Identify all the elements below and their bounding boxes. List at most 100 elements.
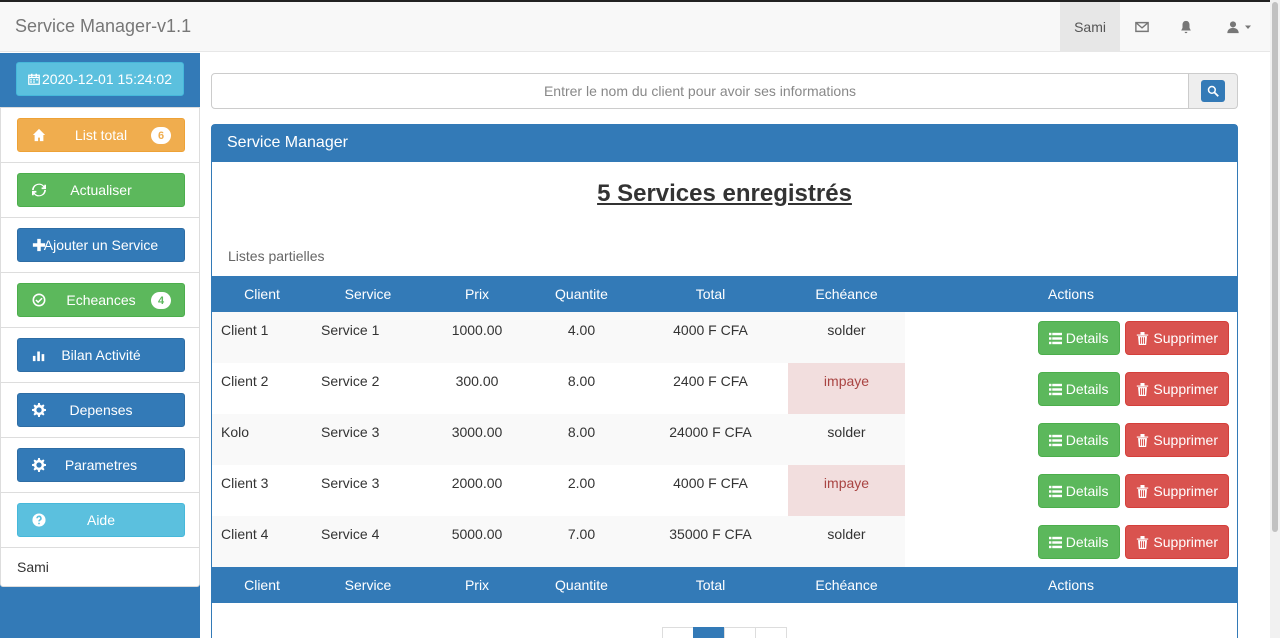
- column-header[interactable]: Echéance: [788, 276, 905, 312]
- sidebar-item-actualiser[interactable]: Actualiser: [17, 173, 185, 207]
- sidebar-row: Parametres: [1, 438, 199, 493]
- sidebar-item-ajouter-service[interactable]: Ajouter un Service: [17, 228, 185, 262]
- table-row: Kolo Service 3 3000.00 8.00 24000 F CFA …: [212, 414, 1237, 465]
- datetime-button[interactable]: 2020-12-01 15:24:02: [16, 62, 184, 96]
- user-menu-dropdown[interactable]: [1208, 2, 1270, 52]
- delete-button[interactable]: Supprimer: [1125, 372, 1229, 406]
- column-footer: Service: [312, 567, 424, 603]
- sidebar-item-label: Echeances: [66, 292, 136, 308]
- column-footer: Echéance: [788, 567, 905, 603]
- cell-prix: 2000.00: [424, 465, 530, 516]
- sidebar-item-label: Ajouter un Service: [43, 237, 159, 253]
- refresh-icon: [32, 183, 46, 197]
- cell-service: Service 2: [312, 363, 424, 414]
- cell-actions: Details Supprimer: [905, 516, 1237, 567]
- pagination-prev[interactable]: [662, 627, 694, 638]
- details-button[interactable]: Details: [1037, 321, 1120, 355]
- trash-icon: [1137, 433, 1149, 447]
- check-circle-icon: [32, 293, 46, 307]
- navbar-user[interactable]: Sami: [1060, 2, 1120, 52]
- sidebar-item-label: Depenses: [69, 402, 133, 418]
- bell-icon[interactable]: [1164, 2, 1208, 52]
- sidebar-item-label: Bilan Activité: [61, 347, 141, 363]
- app-brand[interactable]: Service Manager-v1.1: [15, 16, 191, 37]
- pagination: [662, 627, 787, 638]
- details-button[interactable]: Details: [1037, 372, 1120, 406]
- plus-icon: [32, 238, 46, 252]
- trash-icon: [1137, 331, 1149, 345]
- sidebar-username: Sami: [17, 559, 49, 575]
- cell-echeance: solder: [788, 516, 905, 567]
- cell-prix: 300.00: [424, 363, 530, 414]
- gear-icon: [32, 458, 46, 472]
- sidebar-item-depenses[interactable]: Depenses: [17, 393, 185, 427]
- cell-service: Service 4: [312, 516, 424, 567]
- calendar-icon: [28, 73, 40, 85]
- pagination-page[interactable]: [724, 627, 756, 638]
- cell-total: 4000 F CFA: [633, 312, 788, 363]
- delete-button[interactable]: Supprimer: [1125, 321, 1229, 355]
- panel-heading: Service Manager: [212, 125, 1237, 162]
- trash-icon: [1137, 535, 1149, 549]
- table-footer: Client Service Prix Quantite Total Echéa…: [212, 567, 1237, 603]
- column-header: Actions: [905, 276, 1237, 312]
- cell-total: 35000 F CFA: [633, 516, 788, 567]
- column-footer: Prix: [424, 567, 530, 603]
- datetime-label: 2020-12-01 15:24:02: [42, 71, 172, 87]
- cell-quantite: 7.00: [530, 516, 633, 567]
- sidebar-item-aide[interactable]: Aide: [17, 503, 185, 537]
- pagination-page[interactable]: [693, 627, 725, 638]
- cell-quantite: 8.00: [530, 414, 633, 465]
- list-icon: [1048, 536, 1062, 548]
- delete-button[interactable]: Supprimer: [1125, 525, 1229, 559]
- column-footer: Quantite: [530, 567, 633, 603]
- caret-down-icon: [1245, 25, 1251, 29]
- delete-button[interactable]: Supprimer: [1125, 423, 1229, 457]
- column-header[interactable]: Client: [212, 276, 312, 312]
- column-header[interactable]: Quantite: [530, 276, 633, 312]
- sidebar-item-list-total[interactable]: List total 6: [17, 118, 185, 152]
- table-row: Client 4 Service 4 5000.00 7.00 35000 F …: [212, 516, 1237, 567]
- cell-actions: Details Supprimer: [905, 414, 1237, 465]
- gear-icon: [32, 403, 46, 417]
- sidebar-menu: List total 6 Actualiser Ajouter un Servi…: [0, 107, 200, 587]
- details-button[interactable]: Details: [1037, 525, 1120, 559]
- cell-client: Kolo: [212, 414, 312, 465]
- table-header: Client Service Prix Quantite Total Echéa…: [212, 276, 1237, 312]
- table-row: Client 2 Service 2 300.00 8.00 2400 F CF…: [212, 363, 1237, 414]
- sidebar-item-parametres[interactable]: Parametres: [17, 448, 185, 482]
- cell-echeance: solder: [788, 312, 905, 363]
- column-header[interactable]: Service: [312, 276, 424, 312]
- column-header[interactable]: Prix: [424, 276, 530, 312]
- count-badge: 4: [151, 292, 171, 309]
- column-header[interactable]: Total: [633, 276, 788, 312]
- services-table: Client Service Prix Quantite Total Echéa…: [212, 276, 1237, 603]
- details-button[interactable]: Details: [1037, 423, 1120, 457]
- navbar-right: Sami: [1060, 2, 1270, 52]
- search-button[interactable]: [1201, 80, 1225, 102]
- sidebar-item-bilan-activite[interactable]: Bilan Activité: [17, 338, 185, 372]
- pagination-next[interactable]: [755, 627, 787, 638]
- cell-service: Service 1: [312, 312, 424, 363]
- cell-echeance: impaye: [788, 363, 905, 414]
- cell-service: Service 3: [312, 465, 424, 516]
- cell-actions: Details Supprimer: [905, 312, 1237, 363]
- services-panel: Service Manager 5 Services enregistrés L…: [211, 124, 1238, 638]
- sidebar-row: List total 6: [1, 108, 199, 163]
- client-search-input[interactable]: [211, 73, 1189, 109]
- cell-total: 24000 F CFA: [633, 414, 788, 465]
- trash-icon: [1137, 484, 1149, 498]
- page-scrollbar[interactable]: [1270, 0, 1280, 638]
- sidebar-row: Bilan Activité: [1, 328, 199, 383]
- mail-icon[interactable]: [1120, 2, 1164, 52]
- details-button[interactable]: Details: [1037, 474, 1120, 508]
- scrollbar-thumb[interactable]: [1272, 2, 1278, 532]
- cell-client: Client 3: [212, 465, 312, 516]
- sidebar-item-echeances[interactable]: Echeances 4: [17, 283, 185, 317]
- user-icon: [1227, 21, 1239, 34]
- list-icon: [1048, 332, 1062, 344]
- cell-actions: Details Supprimer: [905, 363, 1237, 414]
- cell-quantite: 4.00: [530, 312, 633, 363]
- delete-button[interactable]: Supprimer: [1125, 474, 1229, 508]
- sidebar-row: Actualiser: [1, 163, 199, 218]
